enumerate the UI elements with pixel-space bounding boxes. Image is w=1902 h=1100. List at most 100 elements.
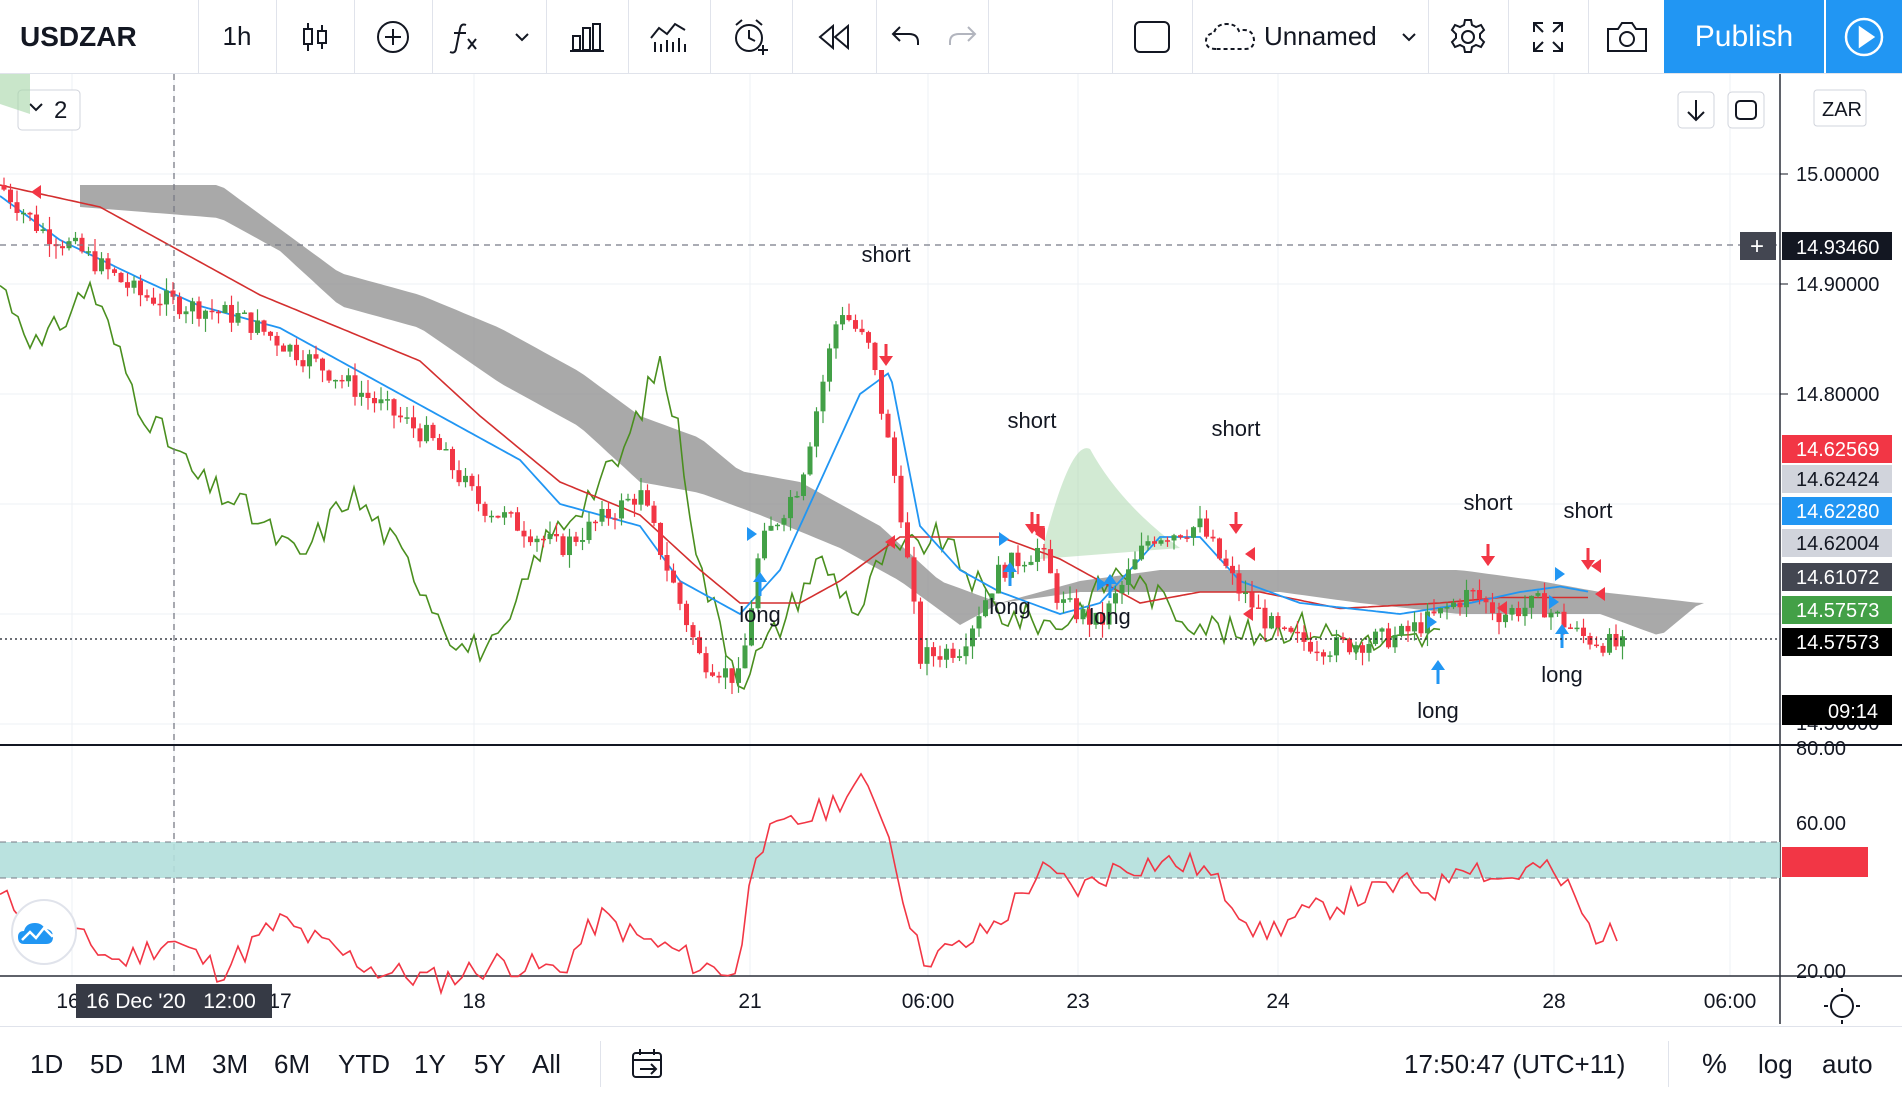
candle-body bbox=[1184, 537, 1190, 539]
candle-body bbox=[1158, 540, 1164, 544]
plus-icon[interactable]: + bbox=[1750, 233, 1764, 260]
candle-body bbox=[1464, 589, 1469, 608]
candle-body bbox=[1431, 611, 1437, 614]
layout-name: Unnamed bbox=[1264, 21, 1377, 51]
top-toolbar: USDZAR 1h Unnamed Publish bbox=[0, 0, 1902, 74]
candle-body bbox=[807, 446, 813, 475]
candle-body bbox=[762, 530, 767, 559]
timezone-clock[interactable]: 17:50:47 (UTC+11) bbox=[1404, 1027, 1625, 1100]
signal-label: long bbox=[1541, 662, 1583, 687]
range-all-button[interactable]: All bbox=[532, 1027, 561, 1100]
range-5y-button[interactable]: 5Y bbox=[474, 1027, 506, 1100]
range-3m-button[interactable]: 3M bbox=[212, 1027, 248, 1100]
chart-style-button[interactable] bbox=[278, 0, 352, 73]
candle-body bbox=[1048, 549, 1053, 574]
maximize-pane-button[interactable] bbox=[1727, 91, 1765, 129]
candle-body bbox=[963, 646, 969, 657]
candle-body bbox=[424, 424, 429, 442]
go-to-date-button[interactable] bbox=[630, 1027, 666, 1100]
candle-body bbox=[1113, 593, 1118, 604]
rsi-tick: 80.00 bbox=[1796, 738, 1846, 760]
range-1m-button[interactable]: 1M bbox=[150, 1027, 186, 1100]
log-scale-toggle[interactable]: log bbox=[1758, 1027, 1793, 1100]
trade-marker bbox=[999, 532, 1009, 546]
candle-body bbox=[534, 538, 540, 543]
candle-body bbox=[60, 246, 65, 249]
candle-body bbox=[1067, 598, 1073, 600]
chart-canvas[interactable]: long long long long long short short short short… bbox=[0, 74, 1902, 1024]
candle-body bbox=[294, 344, 299, 361]
price-tick: 14.90000 bbox=[1796, 274, 1879, 296]
candle-body bbox=[1327, 655, 1333, 657]
candle-body bbox=[430, 424, 436, 439]
candle-body bbox=[1321, 652, 1326, 657]
candle-body bbox=[1314, 651, 1320, 654]
chart-area[interactable]: long long long long long short short short short… bbox=[0, 74, 1902, 1024]
auto-scale-toggle[interactable]: auto bbox=[1822, 1027, 1873, 1100]
candle-body bbox=[1451, 602, 1456, 608]
interval-button[interactable]: 1h bbox=[200, 0, 274, 73]
price-badge: 14.62004 bbox=[1796, 533, 1879, 555]
candle-body bbox=[1262, 607, 1268, 629]
compare-symbol-button[interactable] bbox=[356, 0, 430, 73]
fullscreen-mode-button[interactable] bbox=[1114, 0, 1190, 73]
candle-body bbox=[287, 344, 293, 352]
bar-replay-button[interactable] bbox=[794, 0, 874, 73]
candle-body bbox=[1490, 602, 1495, 614]
chart-settings-button[interactable] bbox=[1430, 0, 1506, 73]
rsi-tick: 20.00 bbox=[1796, 961, 1846, 983]
alert-button[interactable] bbox=[712, 0, 790, 73]
time-tick: 06:00 bbox=[1704, 990, 1757, 1013]
financials-button[interactable] bbox=[548, 0, 626, 73]
range-1y-button[interactable]: 1Y bbox=[414, 1027, 446, 1100]
layout-menu-button[interactable]: Unnamed bbox=[1194, 0, 1426, 73]
percent-scale-toggle[interactable]: % bbox=[1702, 1027, 1727, 1100]
templates-button[interactable] bbox=[630, 0, 708, 73]
fullscreen-button[interactable] bbox=[1510, 0, 1586, 73]
indicators-button[interactable] bbox=[434, 0, 544, 73]
candle-body bbox=[1412, 622, 1417, 632]
candle-body bbox=[281, 345, 286, 352]
candle-body bbox=[775, 524, 780, 527]
crosshair-price-label: 14.93460 bbox=[1796, 237, 1879, 259]
alarm-clock-icon bbox=[735, 18, 768, 55]
symbol-search-button[interactable]: USDZAR bbox=[20, 0, 200, 73]
redo-button[interactable] bbox=[934, 0, 990, 73]
start-replay-button[interactable] bbox=[1826, 0, 1902, 73]
signal-label: short bbox=[1464, 490, 1513, 515]
trade-marker bbox=[31, 185, 41, 199]
redo-icon bbox=[949, 25, 977, 45]
toolbar-divider bbox=[1192, 0, 1193, 73]
candle-body bbox=[417, 428, 423, 442]
candle-body bbox=[1620, 636, 1625, 647]
candle-body bbox=[599, 508, 605, 522]
candle-body bbox=[385, 399, 390, 401]
candle-body bbox=[846, 315, 852, 321]
price-badges: 14.62569 14.62424 14.62280 14.62004 14.61072… bbox=[1782, 435, 1892, 656]
candle-body bbox=[794, 495, 800, 498]
range-6m-button[interactable]: 6M bbox=[274, 1027, 310, 1100]
crosshair-time-label: 16 Dec '20 12:00 bbox=[86, 990, 256, 1013]
undo-button[interactable] bbox=[878, 0, 934, 73]
range-5d-button[interactable]: 5D bbox=[90, 1027, 123, 1100]
candle-body bbox=[476, 486, 481, 504]
range-ytd-button[interactable]: YTD bbox=[338, 1027, 390, 1100]
chevron-down-icon bbox=[1402, 32, 1416, 41]
candle-body bbox=[560, 536, 566, 556]
time-axis-settings-button[interactable] bbox=[1824, 988, 1860, 1024]
candle-body bbox=[1249, 592, 1255, 608]
candle-body bbox=[1080, 609, 1086, 620]
candle-body bbox=[1483, 598, 1489, 603]
time-axis[interactable]: 16 17 18 21 06:00 23 24 28 06:00 bbox=[56, 990, 1756, 1013]
candle-body bbox=[1568, 627, 1573, 629]
candle-body bbox=[924, 647, 930, 664]
snapshot-button[interactable] bbox=[1590, 0, 1664, 73]
candle-body bbox=[125, 282, 130, 288]
function-icon bbox=[449, 23, 477, 54]
candle-body bbox=[1288, 627, 1294, 632]
candle-body bbox=[833, 324, 839, 349]
candle-body bbox=[742, 645, 748, 669]
range-1d-button[interactable]: 1D bbox=[30, 1027, 63, 1100]
publish-button[interactable]: Publish bbox=[1664, 0, 1824, 73]
candle-body bbox=[996, 564, 1001, 594]
